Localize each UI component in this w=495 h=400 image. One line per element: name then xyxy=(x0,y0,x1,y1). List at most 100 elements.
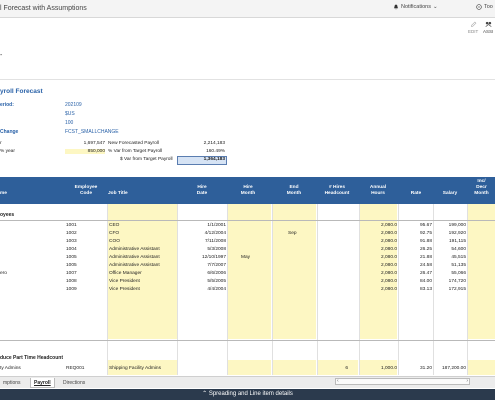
cell-annual-hours[interactable]: 2,080.0 xyxy=(359,223,397,228)
cell-name[interactable]: ero xyxy=(0,271,60,276)
cell-job-title[interactable]: COO xyxy=(109,239,177,244)
cell-hire-date[interactable]: 5/3/2008 xyxy=(178,247,226,252)
cell-job-title[interactable]: CFO xyxy=(109,231,177,236)
cell-annual-hours[interactable]: 2,080.0 xyxy=(359,255,397,260)
assign-icon xyxy=(485,21,492,27)
cell-job-title[interactable]: CEO xyxy=(109,223,177,228)
tab-directions[interactable]: Directions xyxy=(60,378,88,388)
cell-headcount[interactable]: 6 xyxy=(318,366,348,371)
hire-month-input-column[interactable] xyxy=(227,204,271,339)
cell-annual-hours[interactable]: 2,080.0 xyxy=(359,239,397,244)
cell-hire-date[interactable]: 1/1/2001 xyxy=(178,223,226,228)
cell-rate[interactable]: 24.58 xyxy=(399,263,432,268)
col-header-end-month[interactable]: End Month xyxy=(272,185,316,197)
cell-salary[interactable]: 191,115 xyxy=(434,239,466,244)
cell-salary[interactable]: 54,600 xyxy=(434,247,466,252)
cell-name[interactable]: ty Admins xyxy=(0,366,60,371)
status-bar[interactable]: ⌃ Spreading and Line item details xyxy=(0,389,495,400)
cell-salary[interactable]: 187,200.00 xyxy=(434,366,466,371)
col-header-job-title[interactable]: Job Title xyxy=(108,191,148,197)
tab-payroll[interactable]: Payroll xyxy=(30,378,55,388)
cell-hire-date[interactable]: 4/12/2004 xyxy=(178,231,226,236)
incdec-input-column-2[interactable] xyxy=(468,360,495,375)
param-value-currency[interactable]: $US xyxy=(65,111,75,117)
scroll-right-icon[interactable]: › xyxy=(466,378,468,384)
cell-hire-month[interactable]: May xyxy=(241,255,271,260)
cell-job-title[interactable]: Administrative Assistant xyxy=(109,255,177,260)
cell-annual-hours[interactable]: 1,000.0 xyxy=(359,366,397,371)
cell-hire-date[interactable]: 5/5/2005 xyxy=(178,279,226,284)
col-header-hire-month[interactable]: Hire Month xyxy=(226,185,270,197)
cell-annual-hours[interactable]: 2,080.0 xyxy=(359,263,397,268)
cell-job-title[interactable]: Vice President xyxy=(109,279,177,284)
cell-annual-hours[interactable]: 2,080.0 xyxy=(359,247,397,252)
cell-job-title[interactable]: Shipping Facility Admins xyxy=(109,366,177,371)
cell-end-month[interactable]: Sep xyxy=(288,231,316,236)
col-header-name[interactable]: me xyxy=(0,191,20,197)
cell-job-title[interactable]: Administrative Assistant xyxy=(109,247,177,252)
cell-salary[interactable]: 45,515 xyxy=(434,255,466,260)
cell-hire-date[interactable]: 7/11/2008 xyxy=(178,239,226,244)
scroll-left-icon[interactable]: ‹ xyxy=(337,378,339,384)
cell-salary[interactable]: 192,920 xyxy=(434,231,466,236)
tab-assumptions[interactable]: mptions xyxy=(0,378,24,388)
param-value-entity[interactable]: 100 xyxy=(65,120,73,126)
cell-rate[interactable]: 91.88 xyxy=(399,239,432,244)
cell-employee-code[interactable]: 1008 xyxy=(66,279,106,284)
col-header-salary[interactable]: Salary xyxy=(434,191,466,197)
cell-job-title[interactable]: Office Manager xyxy=(109,271,177,276)
cell-employee-code[interactable]: REQ001 xyxy=(66,366,106,371)
col-header-hire-date[interactable]: Hire Date xyxy=(178,185,226,197)
col-header-end-month-line2: Month xyxy=(286,191,302,196)
col-header-hires-headcount[interactable]: # Hires Headcount xyxy=(318,185,356,197)
cell-rate[interactable]: 95.67 xyxy=(399,223,432,228)
cell-annual-hours[interactable]: 2,080.0 xyxy=(359,279,397,284)
cell-employee-code[interactable]: 1003 xyxy=(66,239,106,244)
cell-employee-code[interactable]: 1009 xyxy=(66,287,106,292)
cell-employee-code[interactable]: 1005 xyxy=(66,255,106,260)
cell-rate[interactable]: 26.47 xyxy=(399,271,432,276)
notifications-button[interactable]: Notifications ⌄ xyxy=(393,4,438,10)
cell-employee-code[interactable]: 1002 xyxy=(66,231,106,236)
col-header-rate[interactable]: Rate xyxy=(400,191,432,197)
end-month-input-column[interactable] xyxy=(272,204,316,339)
cell-rate[interactable]: 83.13 xyxy=(399,287,432,292)
edit-button[interactable]: EDIT xyxy=(468,21,478,34)
col-header-employee-code[interactable]: Employee Code xyxy=(66,185,106,197)
end-month-input-column-2[interactable] xyxy=(272,360,316,375)
cell-employee-code[interactable]: 1001 xyxy=(66,223,106,228)
cell-hire-date[interactable]: 6/6/2006 xyxy=(178,271,226,276)
chevron-down-icon: ⌄ xyxy=(432,4,438,10)
cell-rate[interactable]: 84.00 xyxy=(399,279,432,284)
summary-left-value-1[interactable]: 850,000 xyxy=(65,149,105,154)
cell-salary[interactable]: 174,720 xyxy=(434,279,466,284)
tools-menu[interactable]: Too xyxy=(476,4,493,10)
cell-annual-hours[interactable]: 2,080.0 xyxy=(359,271,397,276)
incdec-input-column[interactable] xyxy=(468,204,495,339)
cell-employee-code[interactable]: 1004 xyxy=(66,247,106,252)
cell-job-title[interactable]: Vice President xyxy=(109,287,177,292)
cell-salary[interactable]: 172,915 xyxy=(434,287,466,292)
cell-hire-date[interactable]: 7/7/2007 xyxy=(178,263,226,268)
cell-salary[interactable]: 55,066 xyxy=(434,271,466,276)
cell-salary[interactable]: 51,135 xyxy=(434,263,466,268)
cell-salary[interactable]: 199,000 xyxy=(434,223,466,228)
cell-rate[interactable]: 92.75 xyxy=(399,231,432,236)
hire-month-input-column-2[interactable] xyxy=(227,360,271,375)
param-value-period[interactable]: 202109 xyxy=(65,102,82,108)
col-header-incdec-month[interactable]: Inc/ Decr Month xyxy=(468,179,495,197)
param-value-change[interactable]: FCST_SMALLCHANGE xyxy=(65,129,119,135)
cell-hire-date[interactable]: 12/10/1997 xyxy=(178,255,226,260)
horizontal-scrollbar[interactable]: ‹ › xyxy=(335,378,470,385)
cell-annual-hours[interactable]: 2,080.0 xyxy=(359,287,397,292)
assign-button[interactable]: ASSI xyxy=(483,21,493,34)
cell-rate[interactable]: 21.88 xyxy=(399,255,432,260)
cell-employee-code[interactable]: 1005 xyxy=(66,263,106,268)
cell-job-title[interactable]: Administrative Assistant xyxy=(109,263,177,268)
cell-rate[interactable]: 26.25 xyxy=(399,247,432,252)
col-header-annual-hours[interactable]: Annual Hours xyxy=(360,185,396,197)
cell-rate[interactable]: 31.20 xyxy=(399,366,432,371)
cell-hire-date[interactable]: 4/4/2004 xyxy=(178,287,226,292)
cell-employee-code[interactable]: 1007 xyxy=(66,271,106,276)
cell-annual-hours[interactable]: 2,080.0 xyxy=(359,231,397,236)
